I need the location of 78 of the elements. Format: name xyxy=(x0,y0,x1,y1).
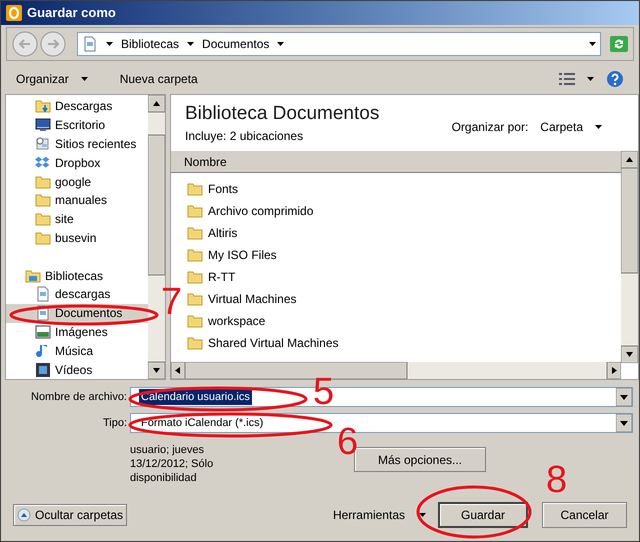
folder-icon xyxy=(187,203,203,219)
dropdown-arrow-icon xyxy=(187,42,194,46)
folder-icon xyxy=(187,247,203,263)
save-button[interactable]: Guardar xyxy=(438,502,528,528)
cancel-button[interactable]: Cancelar xyxy=(542,502,627,528)
refresh-icon[interactable] xyxy=(609,35,629,53)
dropdown-button-icon[interactable] xyxy=(616,414,632,432)
breadcrumb[interactable]: Bibliotecas xyxy=(121,35,180,53)
vertical-scrollbar[interactable] xyxy=(148,95,165,379)
collapse-icon xyxy=(17,508,31,522)
window-title: Guardar como xyxy=(27,4,116,22)
recent-places-icon xyxy=(35,136,51,152)
file-item[interactable]: R-TT xyxy=(187,266,621,288)
sidebar-item[interactable]: Bibliotecas xyxy=(6,266,148,285)
sidebar-item[interactable]: google xyxy=(6,172,148,191)
dropdown-arrow-icon xyxy=(419,513,426,517)
folder-icon xyxy=(35,174,51,190)
arrange-label: Organizar por: xyxy=(452,119,528,136)
arrange-dropdown[interactable]: Carpeta xyxy=(540,118,602,136)
view-list-icon[interactable] xyxy=(559,73,575,85)
folder-icon xyxy=(187,313,203,329)
library-subtitle: Incluye: 2 ubicaciones xyxy=(185,128,304,145)
file-item[interactable]: Fonts xyxy=(187,178,621,200)
folder-icon xyxy=(187,181,203,197)
folder-icon xyxy=(35,230,51,246)
dropdown-arrow-icon xyxy=(106,42,113,46)
file-item[interactable]: My ISO Files xyxy=(187,244,621,266)
sidebar-item[interactable]: Descargas xyxy=(6,97,148,116)
document-info: usuario; jueves 13/12/2012; Sólo disponibilidad xyxy=(130,443,214,485)
type-label: Tipo: xyxy=(102,416,127,431)
file-item[interactable]: Altiris xyxy=(187,222,621,244)
dropdown-button-icon[interactable] xyxy=(616,388,632,406)
dropdown-arrow-icon xyxy=(595,125,602,129)
sidebar-item[interactable]: descargas xyxy=(6,284,148,304)
organize-menu[interactable]: Organizar xyxy=(16,70,88,88)
folder-icon xyxy=(187,269,203,285)
file-item[interactable]: Archivo comprimido xyxy=(187,200,621,222)
sidebar-item[interactable]: Vídeos xyxy=(6,360,148,379)
film-icon xyxy=(35,362,51,378)
tools-menu[interactable]: Herramientas xyxy=(332,506,426,524)
dropdown-arrow-icon xyxy=(587,77,594,81)
dropdown-arrow-icon xyxy=(277,42,284,46)
sidebar-item[interactable]: Imágenes xyxy=(6,322,148,342)
folder-icon xyxy=(187,335,203,351)
vertical-scrollbar[interactable] xyxy=(621,151,638,363)
folder-icon xyxy=(35,192,51,208)
annotation-number: 8 xyxy=(546,461,568,499)
sidebar-item[interactable]: manuales xyxy=(6,190,148,210)
monitor-icon xyxy=(35,117,51,134)
address-bar[interactable]: Bibliotecas Documentos xyxy=(77,32,601,56)
folder-icon xyxy=(187,225,203,241)
help-icon[interactable] xyxy=(606,70,624,88)
sidebar-item[interactable]: Dropbox xyxy=(6,153,148,172)
dropdown-arrow-icon xyxy=(589,42,596,46)
sidebar-item[interactable]: Escritorio xyxy=(6,116,148,135)
breadcrumb[interactable]: Documentos xyxy=(202,35,270,53)
annotation-number: 7 xyxy=(161,283,182,321)
document-icon xyxy=(35,286,51,302)
sidebar-item[interactable]: site xyxy=(6,210,148,229)
app-icon xyxy=(5,4,23,22)
new-folder-button[interactable]: Nueva carpeta xyxy=(120,70,198,88)
sidebar-item[interactable]: Sitios recientes xyxy=(6,134,148,154)
download-folder-icon xyxy=(35,98,51,114)
horizontal-scrollbar[interactable] xyxy=(171,362,621,379)
folder-icon xyxy=(35,211,51,228)
file-item[interactable]: Virtual Machines xyxy=(187,288,621,310)
hide-folders-button[interactable]: Ocultar carpetas xyxy=(13,504,128,526)
folder-icon xyxy=(187,291,203,307)
file-item[interactable]: workspace xyxy=(187,310,621,332)
dropdown-arrow-icon xyxy=(80,77,88,81)
sidebar-item[interactable]: busevin xyxy=(6,228,148,248)
library-folder-icon xyxy=(25,268,41,284)
sidebar-item[interactable]: Música xyxy=(6,341,148,360)
document-icon xyxy=(82,36,98,52)
picture-icon xyxy=(35,324,51,340)
library-title: Biblioteca Documentos xyxy=(185,103,380,125)
filename-label: Nombre de archivo: xyxy=(30,390,127,405)
file-item[interactable]: Shared Virtual Machines xyxy=(187,332,621,354)
